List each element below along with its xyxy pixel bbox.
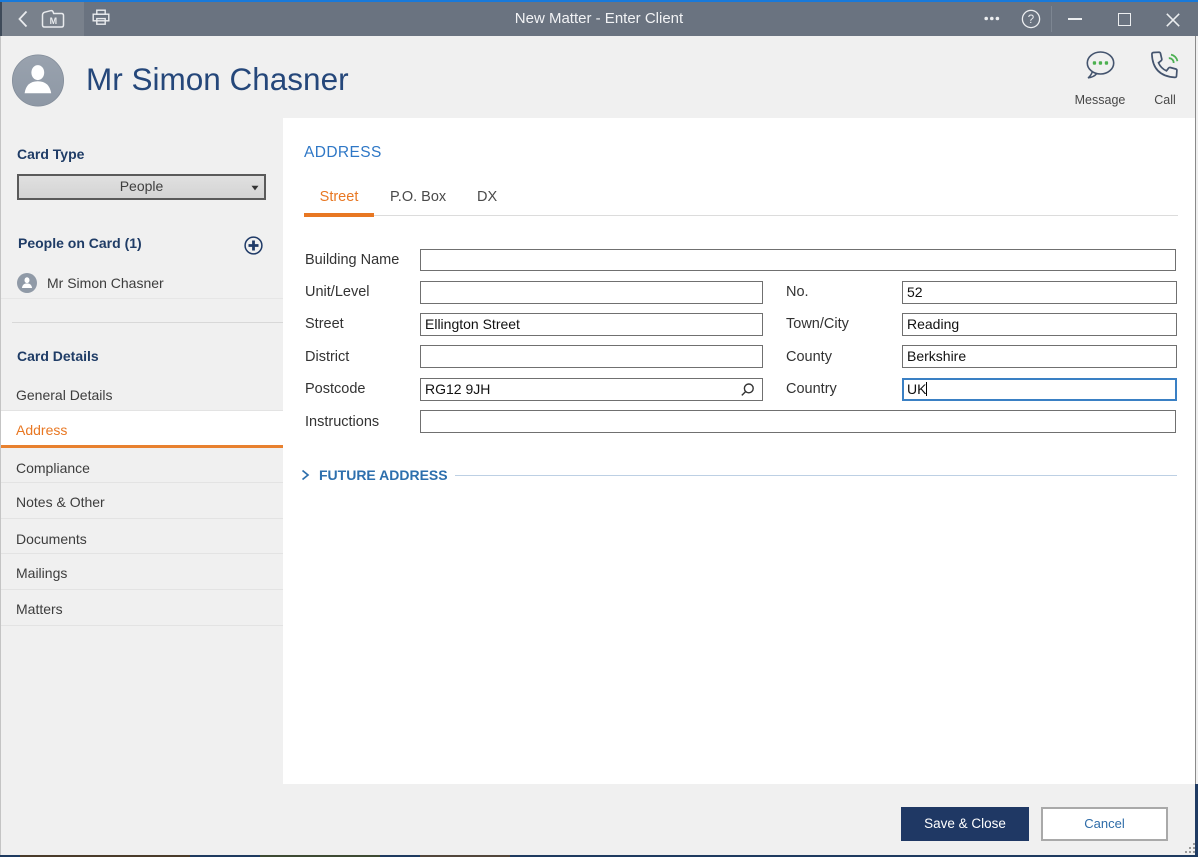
svg-text:?: ? — [1028, 14, 1034, 26]
